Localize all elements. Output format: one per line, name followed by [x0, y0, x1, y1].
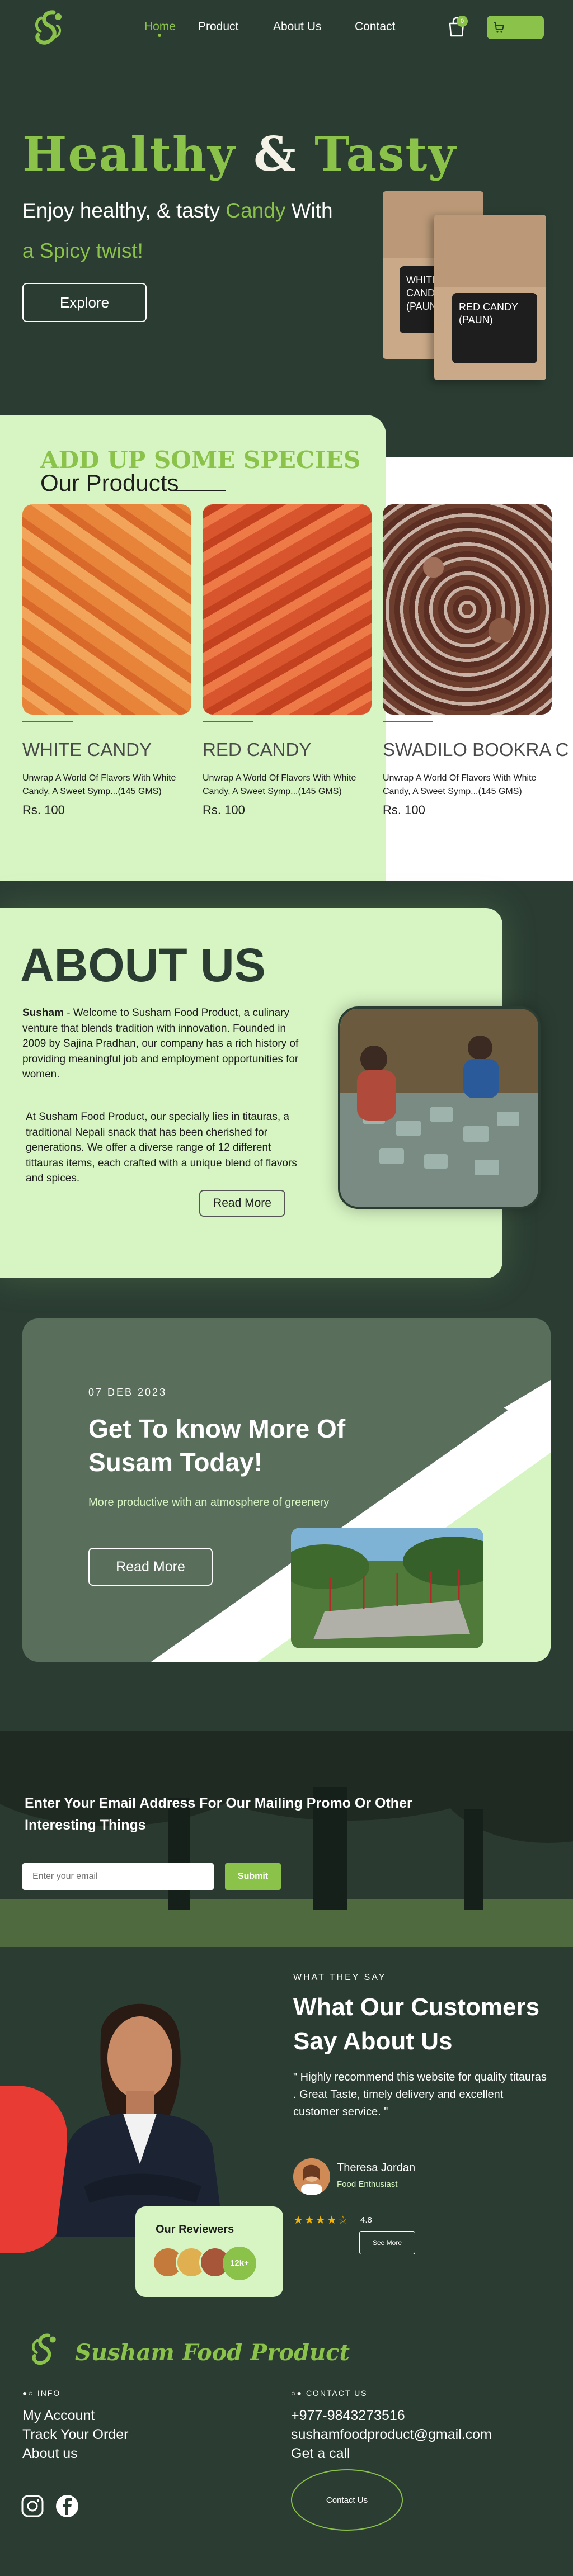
about-paragraph-1-text: - Welcome to Susham Food Product, a culi…	[22, 1007, 299, 1081]
footer-phone[interactable]: +977-9843273516	[291, 2408, 405, 2424]
footer-info-kicker-text: INFO	[37, 2389, 61, 2398]
bag-label-red-candy: RED CANDY (PAUN)	[452, 293, 537, 363]
about-team-photo	[338, 1006, 541, 1209]
rating-stars: ★★★★☆	[293, 2213, 349, 2227]
testimonial-quote: " Highly recommend this website for qual…	[293, 2071, 547, 2118]
testimonials-title: What Our Customers Say About Us	[293, 1993, 540, 2055]
product-divider	[22, 721, 73, 722]
footer-contact-kicker: ○● CONTACT US	[291, 2389, 368, 2398]
hero-subtitle-prefix: Enjoy healthy, & tasty	[22, 199, 226, 222]
footer-email[interactable]: sushamfoodproduct@gmail.com	[291, 2427, 492, 2443]
product-divider	[203, 721, 253, 722]
reviewers-count-badge: 12k+	[223, 2247, 256, 2280]
know-more-date: 07 DEB 2023	[88, 1387, 167, 1398]
reviewer-avatar-image	[293, 2158, 330, 2195]
hero-title-word2: Tasty	[314, 126, 457, 182]
hero-title: Healthy & Tasty	[22, 126, 457, 182]
about-title: ABOUT US	[20, 939, 266, 991]
reviewers-title: Our Reviewers	[156, 2223, 234, 2235]
product-divider	[383, 721, 433, 722]
product-price: Rs. 100	[203, 803, 245, 817]
footer-info-kicker: ●○ INFO	[22, 2389, 60, 2398]
greenhouse-construction-image	[291, 1528, 483, 1648]
hero-subtitle-suffix: With	[285, 199, 333, 222]
dots-icon: ○●	[291, 2389, 306, 2398]
product-description: Unwrap A World Of Flavors With White Can…	[383, 773, 537, 796]
product-price: Rs. 100	[22, 803, 65, 817]
nav-link-contact[interactable]: Contact	[355, 20, 395, 34]
nav-link-home[interactable]: Home	[144, 20, 176, 34]
product-image-white-candy[interactable]	[22, 504, 191, 715]
active-indicator	[158, 34, 161, 37]
greenhouse-photo	[291, 1528, 483, 1648]
hero-subtitle-highlight: Candy	[226, 199, 286, 222]
bag-pattern	[434, 215, 546, 287]
know-more-title: Get To know More Of Susam Today!	[88, 1414, 346, 1477]
brand-logo-icon[interactable]	[25, 6, 72, 53]
product-name[interactable]: RED CANDY	[203, 739, 311, 760]
footer-link-track-order[interactable]: Track Your Order	[22, 2427, 128, 2443]
hero-title-ampersand: &	[253, 126, 297, 182]
products-title-underline	[172, 490, 226, 491]
product-image-swadilo-bookra[interactable]	[383, 504, 552, 715]
footer-get-a-call[interactable]: Get a call	[291, 2446, 350, 2462]
star-icon: ★	[315, 2214, 327, 2227]
submit-button[interactable]: Submit	[225, 1863, 281, 1890]
dots-icon: ●○	[22, 2389, 37, 2398]
product-price: Rs. 100	[383, 803, 425, 817]
rating-value: 4.8	[360, 2215, 372, 2225]
about-read-more-button[interactable]: Read More	[199, 1190, 285, 1217]
see-more-button[interactable]: See More	[359, 2231, 415, 2254]
cart-icon	[494, 22, 505, 33]
about-paragraph-1: Susham - Welcome to Susham Food Product,…	[22, 1005, 302, 1083]
product-description: Unwrap A World Of Flavors With White Can…	[203, 773, 356, 796]
newsletter-section	[0, 1731, 573, 1947]
forest-background-image	[0, 1731, 573, 1947]
email-input[interactable]	[22, 1863, 214, 1890]
hero-title-word1: Healthy	[22, 126, 236, 182]
reviewer-avatar	[293, 2158, 330, 2195]
footer-link-my-account[interactable]: My Account	[22, 2408, 95, 2424]
star-icon: ★	[293, 2214, 304, 2227]
nav-link-about-us[interactable]: About Us	[273, 20, 321, 34]
about-paragraph-2: At Susham Food Product, our specially li…	[26, 1111, 297, 1185]
products-title: Our Products	[40, 470, 179, 496]
explore-button[interactable]: Explore	[22, 283, 147, 322]
nav-link-product[interactable]: Product	[198, 20, 238, 34]
footer-contact-kicker-text: CONTACT US	[306, 2389, 368, 2398]
product-image-red-candy[interactable]	[203, 504, 372, 715]
product-name[interactable]: SWADILO BOOKRA C	[383, 739, 573, 760]
product-description: Unwrap A World Of Flavors With White Can…	[22, 773, 176, 796]
instagram-icon[interactable]	[20, 2494, 45, 2518]
know-more-read-more-button[interactable]: Read More	[88, 1548, 213, 1586]
know-more-subtitle: More productive with an atmosphere of gr…	[88, 1496, 330, 1509]
facebook-icon[interactable]	[55, 2494, 79, 2518]
customer-portrait-image	[56, 2003, 224, 2237]
star-outline-icon: ☆	[337, 2214, 349, 2227]
newsletter-title: Enter Your Email Address For Our Mailing…	[25, 1795, 412, 1833]
cart-count-badge: 0	[457, 16, 468, 27]
footer-logo-icon[interactable]	[22, 2329, 65, 2372]
reviewer-name: Theresa Jordan	[337, 2162, 416, 2174]
about-brand: Susham	[22, 1007, 64, 1019]
product-name[interactable]: WHITE CANDY	[22, 739, 152, 760]
top-navigation: Home Product About Us Contact 0	[0, 0, 573, 56]
testimonials-kicker: WHAT THEY SAY	[293, 1973, 387, 1982]
hero-subtitle-line2: a Spicy twist!	[22, 239, 143, 262]
product-bag-front: RED CANDY (PAUN)	[434, 215, 546, 380]
team-packing-image	[340, 1009, 538, 1207]
star-icon: ★	[304, 2214, 316, 2227]
hero-subtitle: Enjoy healthy, & tasty Candy With	[22, 199, 333, 223]
footer-link-about-us[interactable]: About us	[22, 2446, 78, 2462]
footer-brand-name: Susham Food Product	[75, 2339, 350, 2366]
star-icon: ★	[326, 2214, 338, 2227]
contact-us-button[interactable]: Contact Us	[291, 2469, 403, 2531]
reviewer-role: Food Enthusiast	[337, 2180, 398, 2189]
